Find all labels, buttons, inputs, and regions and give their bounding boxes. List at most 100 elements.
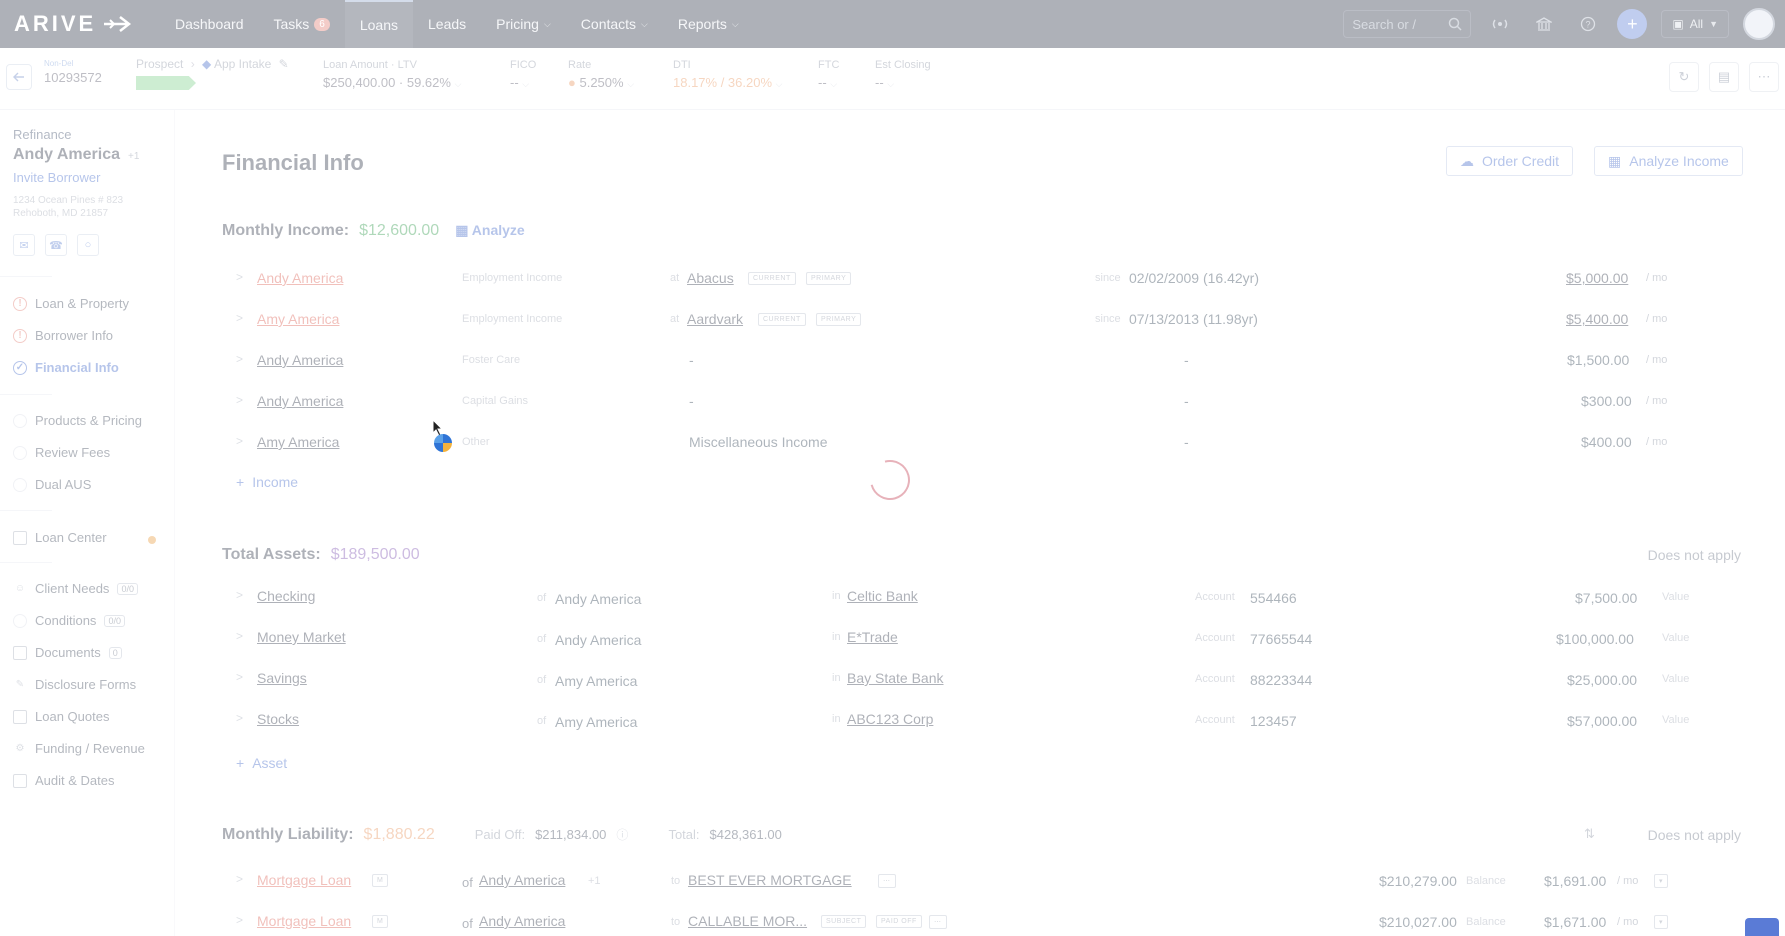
chevron-right-icon[interactable]: > (236, 913, 243, 927)
liability-owner[interactable]: Andy America (479, 872, 565, 888)
chevron-right-icon[interactable]: > (236, 270, 243, 284)
liability-owner[interactable]: Andy America (479, 913, 565, 929)
asset-institution[interactable]: Bay State Bank (847, 670, 944, 686)
add-income-button[interactable]: + Income (236, 474, 298, 490)
income-amount[interactable]: $5,400.00 (1566, 311, 1628, 327)
chevron-right-icon[interactable]: > (236, 311, 243, 325)
analyze-link[interactable]: ▦ Analyze (455, 222, 525, 239)
income-borrower[interactable]: Amy America (257, 311, 339, 327)
sidebar-item-audit-dates[interactable]: Audit & Dates (13, 773, 115, 788)
sidebar-item-loan-center[interactable]: Loan Center (13, 530, 107, 545)
nav-leads[interactable]: Leads (413, 0, 481, 48)
sidebar-item-review-fees[interactable]: Review Fees (13, 445, 110, 460)
sidebar-item-loan-quotes[interactable]: Loan Quotes (13, 709, 109, 724)
income-row[interactable]: > Amy America Employment Income at Aardv… (222, 311, 1667, 347)
filter-icon[interactable]: ⇅ (1584, 826, 1595, 842)
liability-does-not-apply[interactable]: Does not apply (1648, 827, 1741, 843)
income-amount[interactable]: $5,000.00 (1566, 270, 1628, 286)
chevron-right-icon[interactable]: > (236, 434, 243, 448)
liability-row[interactable]: > Mortgage Loan M of Andy America +1 to … (222, 872, 1669, 908)
bank-icon[interactable] (1529, 9, 1559, 39)
arive-logo[interactable]: ARIVE (0, 11, 160, 37)
sidebar-item-funding-revenue[interactable]: ⚙ Funding / Revenue (13, 741, 145, 756)
global-search-input[interactable]: Search or / (1343, 10, 1472, 38)
assets-does-not-apply[interactable]: Does not apply (1648, 547, 1741, 563)
income-borrower[interactable]: Andy America (257, 270, 343, 286)
nav-contacts[interactable]: Contacts ⌵ (566, 0, 663, 48)
broadcast-icon[interactable] (1485, 9, 1515, 39)
user-avatar[interactable] (1743, 8, 1775, 40)
sidebar-item-products-pricing[interactable]: Products & Pricing (13, 413, 142, 428)
row-menu-icon[interactable]: ▾ (1654, 874, 1669, 888)
income-amount[interactable]: $300.00 (1581, 393, 1632, 409)
invite-borrower-link[interactable]: Invite Borrower (13, 170, 100, 185)
nav-dashboard[interactable]: Dashboard (160, 0, 259, 48)
sidebar-item-documents[interactable]: Documents 0 (13, 645, 122, 660)
income-row[interactable]: > Amy America Other Miscellaneous Income… (222, 434, 1667, 470)
asset-type[interactable]: Stocks (257, 711, 299, 727)
comments-button[interactable]: ▤ (1709, 62, 1739, 92)
row-menu-icon[interactable]: ▾ (1654, 915, 1669, 929)
liability-creditor[interactable]: CALLABLE MOR... (688, 913, 807, 929)
asset-institution[interactable]: ABC123 Corp (847, 711, 933, 727)
scope-select[interactable]: ▣ All ▼ (1661, 10, 1729, 38)
nav-pricing[interactable]: Pricing ⌵ (481, 0, 566, 48)
asset-type[interactable]: Money Market (257, 629, 346, 645)
loan-stage[interactable]: Prospect › ◆ App Intake ✎ (136, 57, 289, 90)
liability-row[interactable]: > Mortgage Loan M of Andy America to CAL… (222, 913, 1669, 936)
nav-loans[interactable]: Loans (344, 0, 414, 48)
sidebar-item-client-needs[interactable]: ☺ Client Needs 0/0 (13, 581, 138, 596)
chevron-right-icon[interactable]: > (236, 711, 243, 725)
refresh-button[interactable]: ↻ (1669, 62, 1699, 92)
chevron-right-icon[interactable]: > (236, 352, 243, 366)
rate-field[interactable]: Rate ● 5.250% ⌵ (568, 59, 634, 90)
liability-type[interactable]: Mortgage Loan (257, 872, 351, 888)
income-borrower[interactable]: Andy America (257, 352, 343, 368)
more-options-button[interactable]: ⋯ (1749, 62, 1779, 92)
income-employer[interactable]: Abacus (687, 270, 734, 286)
support-chat-button[interactable] (1745, 918, 1779, 936)
income-borrower[interactable]: Andy America (257, 393, 343, 409)
dti-field[interactable]: DTI 18.17% / 36.20% ⌵ (673, 59, 782, 90)
asset-institution[interactable]: E*Trade (847, 629, 898, 645)
help-icon[interactable]: ? (1573, 9, 1603, 39)
chat-icon[interactable]: ○ (77, 234, 99, 256)
chevron-right-icon[interactable]: > (236, 629, 243, 643)
asset-row[interactable]: > Savings of Amy America in Bay State Ba… (222, 670, 1689, 706)
nav-reports[interactable]: Reports ⌵ (663, 0, 754, 48)
phone-icon[interactable]: ☎ (45, 234, 67, 256)
sidebar-item-borrower-info[interactable]: ! Borrower Info (13, 328, 113, 343)
asset-type[interactable]: Checking (257, 588, 315, 604)
sidebar-item-disclosure-forms[interactable]: ✎ Disclosure Forms (13, 677, 136, 692)
liability-creditor[interactable]: BEST EVER MORTGAGE (688, 872, 852, 888)
chevron-right-icon[interactable]: > (236, 588, 243, 602)
income-row[interactable]: > Andy America Foster Care - - $1,500.00… (222, 352, 1667, 388)
asset-row[interactable]: > Money Market of Andy America in E*Trad… (222, 629, 1689, 665)
add-asset-button[interactable]: + Asset (236, 755, 287, 771)
est-closing-field[interactable]: Est Closing -- ⌵ (875, 59, 931, 90)
borrower-name-row[interactable]: Andy America +1 (13, 146, 139, 164)
chevron-right-icon[interactable]: > (236, 393, 243, 407)
nav-tasks[interactable]: Tasks 6 (259, 0, 345, 48)
ftc-field[interactable]: FTC -- ⌵ (818, 59, 839, 90)
sidebar-item-dual-aus[interactable]: Dual AUS (13, 477, 91, 492)
more-tag[interactable]: ⋯ (878, 874, 896, 888)
loan-amount-field[interactable]: Loan Amount · LTV $250,400.00 · 59.62% ⌵ (323, 59, 461, 90)
info-icon[interactable]: ⓘ (616, 826, 628, 843)
loan-number-field[interactable]: Non-Del 10293572 (44, 59, 102, 85)
sidebar-item-loan-property[interactable]: ! Loan & Property (13, 296, 129, 311)
income-row[interactable]: > Andy America Employment Income at Abac… (222, 270, 1667, 306)
sidebar-item-conditions[interactable]: Conditions 0/0 (13, 613, 125, 628)
income-amount[interactable]: $1,500.00 (1567, 352, 1629, 368)
back-button[interactable] (6, 64, 32, 90)
add-new-button[interactable]: + (1617, 9, 1648, 39)
sidebar-item-financial-info[interactable]: ✓ Financial Info (13, 360, 119, 375)
income-amount[interactable]: $400.00 (1581, 434, 1632, 450)
asset-row[interactable]: > Checking of Andy America in Celtic Ban… (222, 588, 1689, 624)
liability-type[interactable]: Mortgage Loan (257, 913, 351, 929)
email-icon[interactable]: ✉ (13, 234, 35, 256)
chevron-right-icon[interactable]: > (236, 872, 243, 886)
edit-icon[interactable]: ✎ (279, 57, 289, 71)
fico-field[interactable]: FICO -- ⌵ (510, 59, 536, 90)
order-credit-button[interactable]: ☁ Order Credit (1446, 146, 1574, 176)
